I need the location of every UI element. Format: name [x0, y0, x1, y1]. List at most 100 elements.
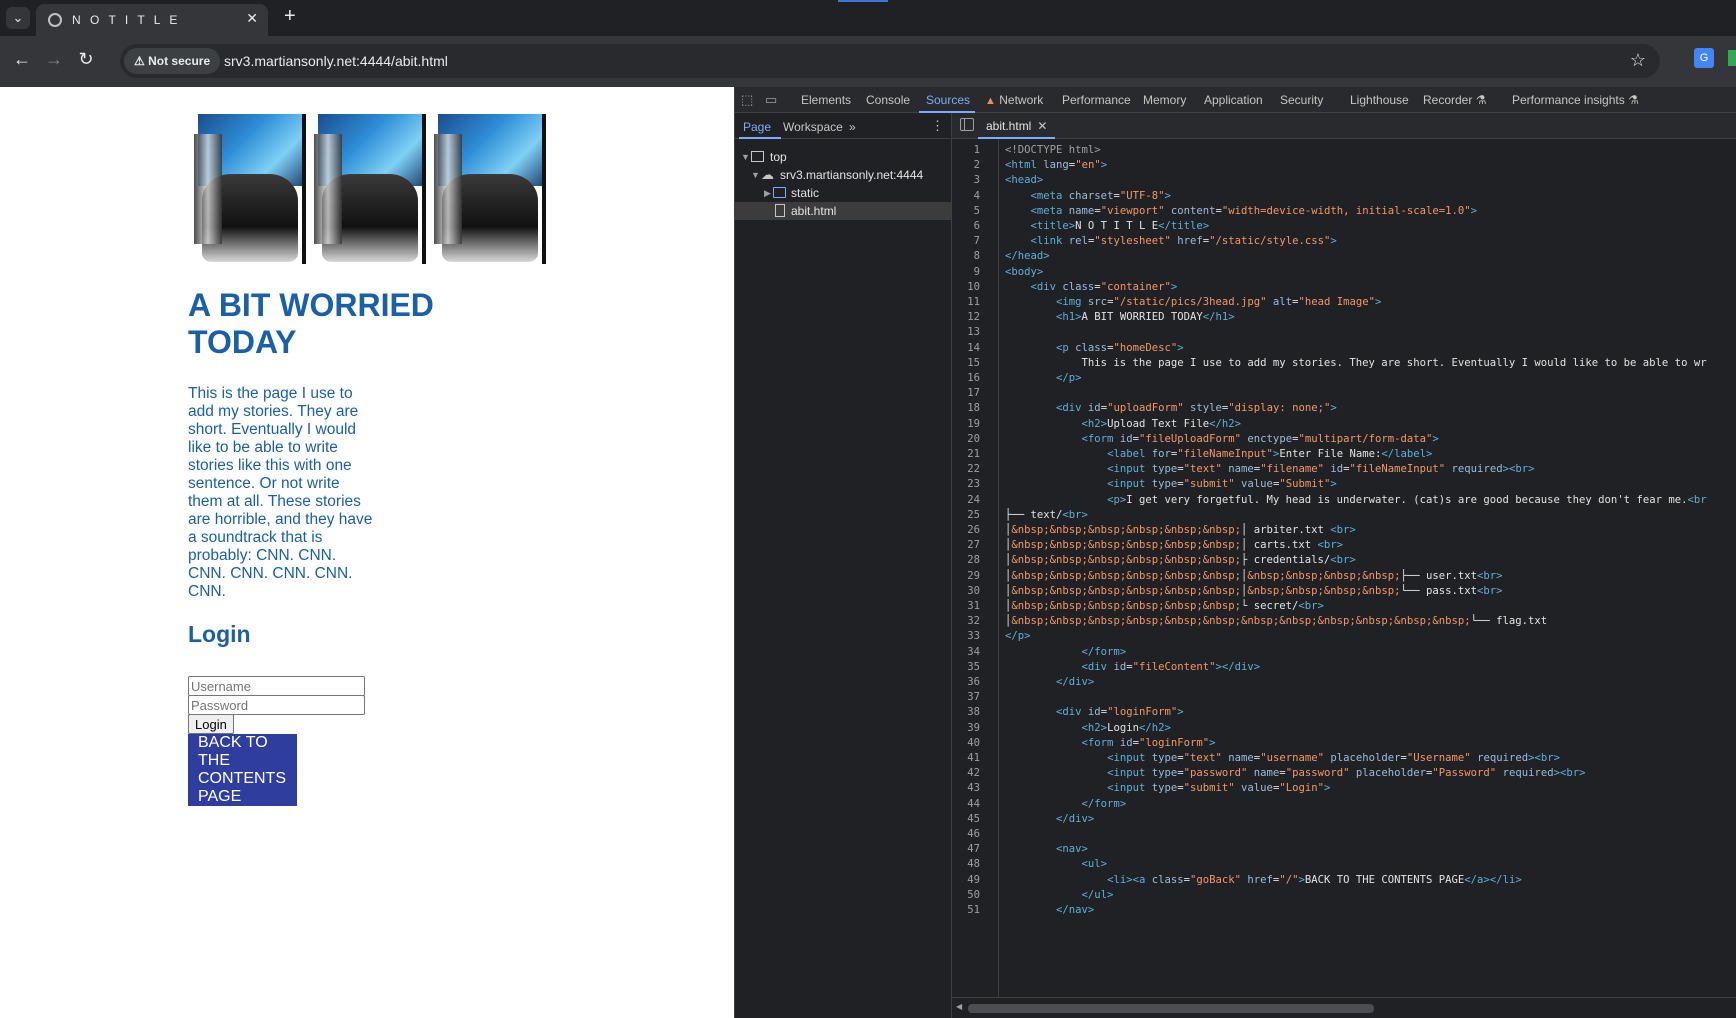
- line-number[interactable]: 6: [952, 219, 980, 234]
- line-number[interactable]: 42: [952, 766, 980, 781]
- line-number[interactable]: 10: [952, 280, 980, 295]
- line-number[interactable]: 18: [952, 401, 980, 416]
- navigator-tab-page[interactable]: Page: [743, 120, 771, 134]
- line-number[interactable]: 35: [952, 660, 980, 675]
- address-bar[interactable]: ⚠ Not secure srv3.martiansonly.net:4444/…: [120, 44, 1660, 78]
- line-number[interactable]: 38: [952, 705, 980, 720]
- back-to-contents-link[interactable]: BACK TO THE CONTENTS PAGE: [188, 734, 297, 806]
- devtools-tab-security[interactable]: Security: [1280, 93, 1323, 107]
- url-text[interactable]: srv3.martiansonly.net:4444/abit.html: [224, 53, 448, 69]
- more-options-icon[interactable]: ⋮: [931, 118, 944, 134]
- line-number[interactable]: 16: [952, 371, 980, 386]
- new-tab-button[interactable]: +: [284, 5, 296, 28]
- scrollbar-thumb[interactable]: [968, 1004, 1374, 1013]
- line-number[interactable]: 33: [952, 629, 980, 644]
- code-line: 19 <h2>Upload Text File</h2>: [952, 417, 1736, 432]
- devtools-tab-sources[interactable]: Sources: [926, 93, 970, 107]
- navigator-tab-workspace[interactable]: Workspace: [783, 120, 843, 134]
- devtools-tab-performance[interactable]: Performance: [1062, 93, 1131, 107]
- translate-icon[interactable]: G: [1694, 48, 1714, 68]
- back-arrow-icon[interactable]: ←: [10, 49, 34, 70]
- line-number[interactable]: 2: [952, 158, 980, 173]
- line-number[interactable]: 24: [952, 493, 980, 508]
- extension-icon[interactable]: [1728, 50, 1736, 66]
- line-number[interactable]: 30: [952, 584, 980, 599]
- line-number[interactable]: 5: [952, 204, 980, 219]
- device-toolbar-icon[interactable]: ▭: [765, 92, 777, 108]
- line-number[interactable]: 3: [952, 173, 980, 188]
- line-number[interactable]: 32: [952, 614, 980, 629]
- browser-tab[interactable]: N O T I T L E ✕: [36, 4, 268, 36]
- devtools-tab-recorder[interactable]: Recorder ⚗: [1423, 93, 1486, 107]
- horizontal-scrollbar[interactable]: ◀: [952, 997, 1736, 1018]
- devtools-tab-performance-insights[interactable]: Performance insights ⚗: [1512, 93, 1639, 107]
- inspect-element-icon[interactable]: ⬚: [741, 92, 753, 108]
- line-number[interactable]: 15: [952, 356, 980, 371]
- line-number[interactable]: 29: [952, 569, 980, 584]
- line-number[interactable]: 7: [952, 234, 980, 249]
- password-input[interactable]: [188, 695, 365, 715]
- line-number[interactable]: 26: [952, 523, 980, 538]
- window-accent: [838, 0, 888, 2]
- line-number[interactable]: 45: [952, 812, 980, 827]
- line-number[interactable]: 27: [952, 538, 980, 553]
- bookmark-star-icon[interactable]: ☆: [1630, 50, 1646, 71]
- line-number[interactable]: 23: [952, 477, 980, 492]
- line-number[interactable]: 36: [952, 675, 980, 690]
- forward-arrow-icon[interactable]: →: [42, 49, 66, 70]
- line-number[interactable]: 50: [952, 888, 980, 903]
- line-number[interactable]: 21: [952, 447, 980, 462]
- devtools-tab-elements[interactable]: Elements: [801, 93, 851, 107]
- line-number[interactable]: 20: [952, 432, 980, 447]
- line-number[interactable]: 34: [952, 645, 980, 660]
- line-number[interactable]: 43: [952, 781, 980, 796]
- line-number[interactable]: 1: [952, 143, 980, 158]
- line-number[interactable]: 22: [952, 462, 980, 477]
- more-tabs-icon[interactable]: »: [849, 120, 856, 134]
- reload-icon[interactable]: ↻: [74, 49, 98, 70]
- line-number[interactable]: 8: [952, 249, 980, 264]
- line-number[interactable]: 37: [952, 690, 980, 705]
- tab-search-button[interactable]: ⌄: [6, 7, 30, 29]
- devtools-tab-application[interactable]: Application: [1204, 93, 1263, 107]
- line-number[interactable]: 46: [952, 827, 980, 842]
- line-number[interactable]: 49: [952, 873, 980, 888]
- toggle-navigator-icon[interactable]: [960, 118, 974, 131]
- tree-item-abit-html[interactable]: abit.html: [735, 202, 951, 220]
- username-input[interactable]: [188, 676, 365, 696]
- line-number[interactable]: 12: [952, 310, 980, 325]
- code-line: 42 <input type="password" name="password…: [952, 766, 1736, 781]
- tree-item-top[interactable]: ▼ top: [735, 148, 951, 166]
- close-icon[interactable]: ✕: [1037, 119, 1047, 133]
- line-number[interactable]: 25: [952, 508, 980, 523]
- line-number[interactable]: 19: [952, 417, 980, 432]
- line-number[interactable]: 11: [952, 295, 980, 310]
- scroll-left-icon[interactable]: ◀: [956, 1002, 962, 1011]
- line-number[interactable]: 39: [952, 721, 980, 736]
- line-number[interactable]: 31: [952, 599, 980, 614]
- line-number[interactable]: 17: [952, 386, 980, 401]
- line-number[interactable]: 4: [952, 189, 980, 204]
- code-view[interactable]: 1 <!DOCTYPE html> 2 <html lang="en"> 3 <head>…: [952, 139, 1736, 997]
- security-chip[interactable]: ⚠ Not secure: [124, 48, 221, 74]
- line-number[interactable]: 51: [952, 903, 980, 918]
- line-number[interactable]: 28: [952, 553, 980, 568]
- devtools-tab-memory[interactable]: Memory: [1143, 93, 1186, 107]
- line-number[interactable]: 40: [952, 736, 980, 751]
- line-number[interactable]: 13: [952, 325, 980, 340]
- devtools-tab-console[interactable]: Console: [866, 93, 910, 107]
- login-button[interactable]: Login: [188, 714, 234, 734]
- editor-file-tab[interactable]: abit.html ✕: [978, 113, 1056, 139]
- line-number[interactable]: 48: [952, 857, 980, 872]
- line-number[interactable]: 9: [952, 265, 980, 280]
- line-number[interactable]: 44: [952, 797, 980, 812]
- line-number[interactable]: 41: [952, 751, 980, 766]
- tree-item-host[interactable]: ▼ ☁ srv3.martiansonly.net:4444: [735, 166, 951, 184]
- line-number[interactable]: 14: [952, 341, 980, 356]
- tree-item-static-folder[interactable]: ▶ static: [735, 184, 951, 202]
- code-line: 36 </div>: [952, 675, 1736, 690]
- devtools-tab-lighthouse[interactable]: Lighthouse: [1350, 93, 1409, 107]
- line-number[interactable]: 47: [952, 842, 980, 857]
- devtools-tab-network[interactable]: ▲ Network: [985, 93, 1043, 107]
- close-tab-icon[interactable]: ✕: [246, 10, 258, 27]
